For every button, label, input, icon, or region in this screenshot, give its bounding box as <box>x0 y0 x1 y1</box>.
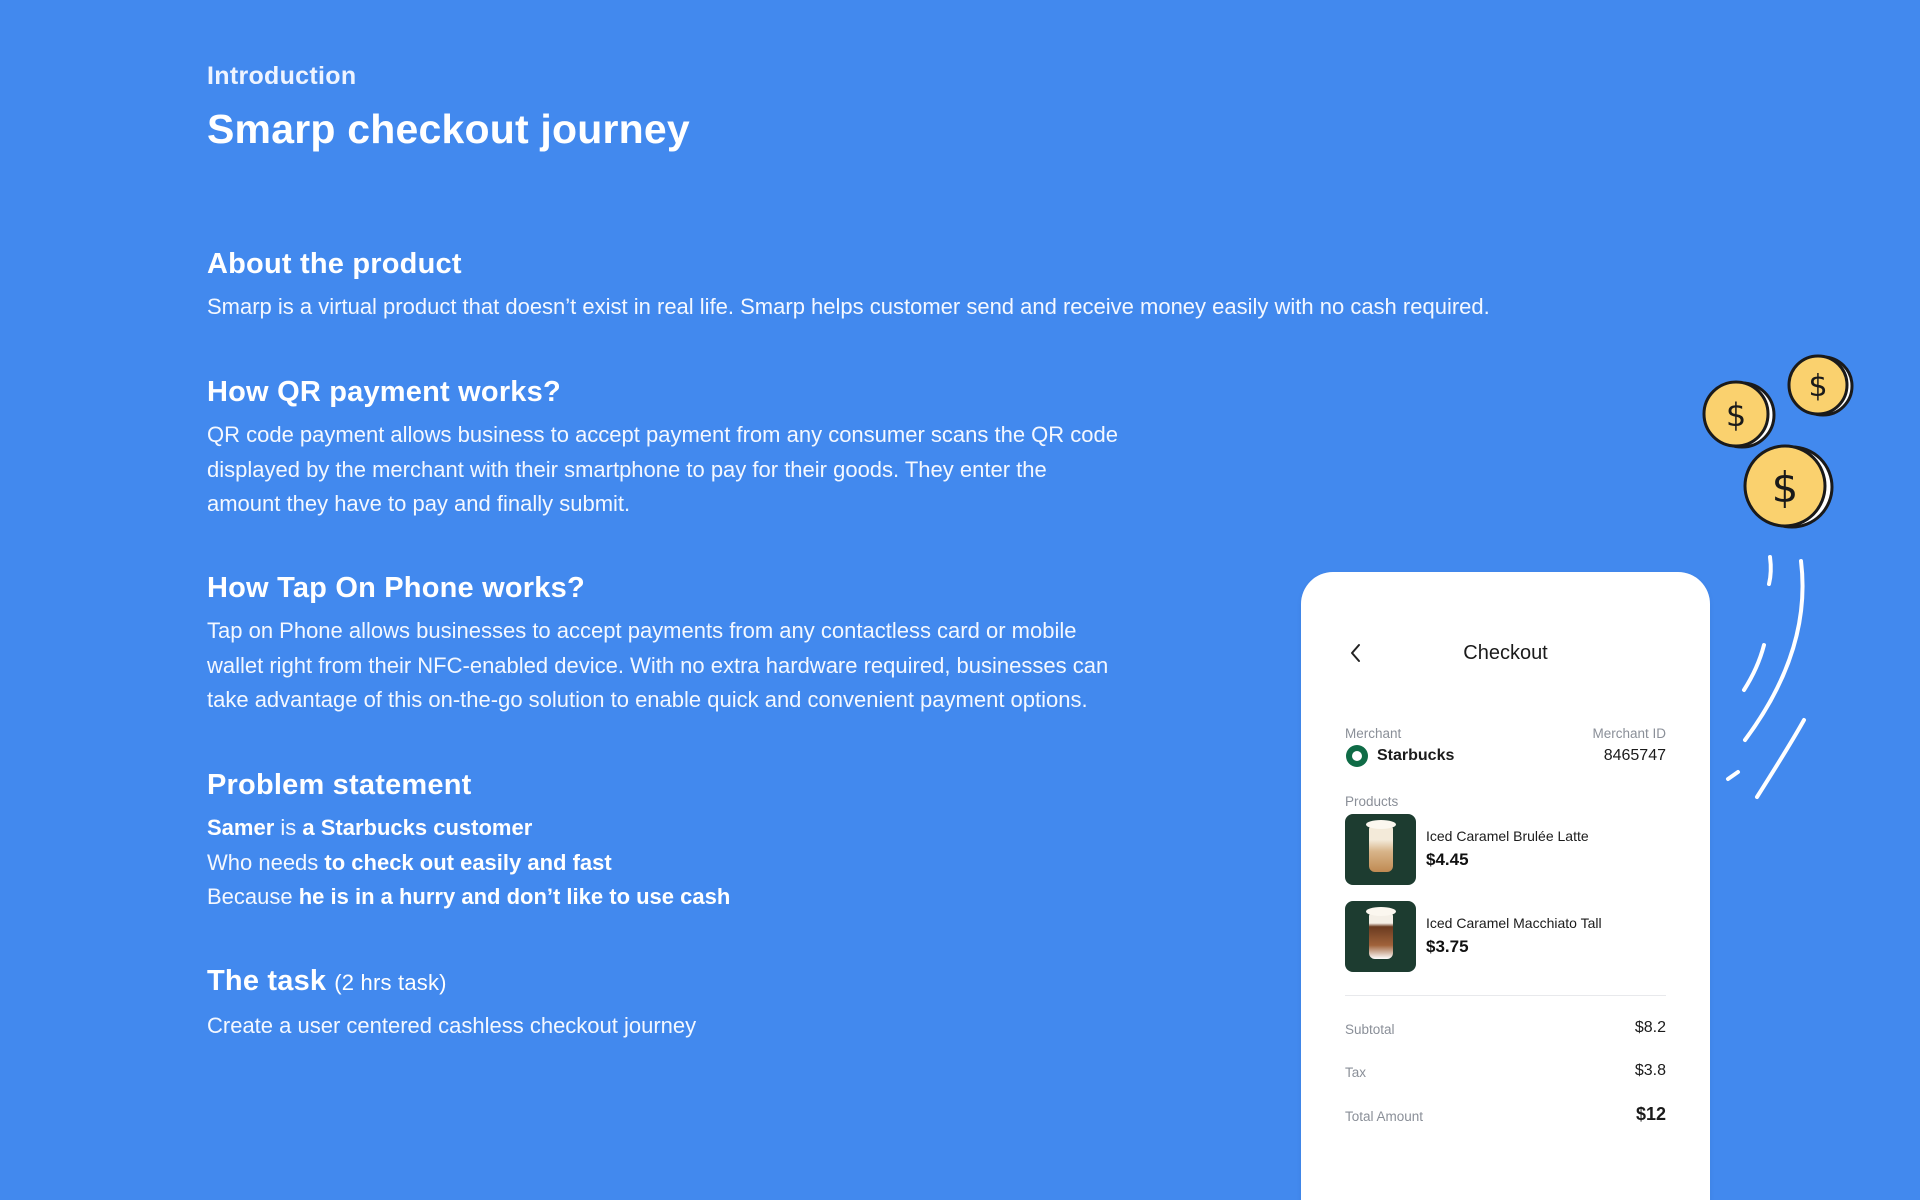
page-title: Smarp checkout journey <box>207 106 690 152</box>
about-heading: About the product <box>207 248 462 280</box>
task-heading-text: The task <box>207 965 327 997</box>
task-duration: (2 hrs task) <box>334 970 447 995</box>
checkout-title: Checkout <box>1463 642 1548 664</box>
subtotal-label: Subtotal <box>1345 1022 1395 1037</box>
persona-reason: he is in a hurry and don’t like to use c… <box>298 884 731 909</box>
coin-icon: $ <box>1743 444 1834 529</box>
total-label: Total Amount <box>1345 1109 1424 1124</box>
starbucks-logo-icon <box>1346 745 1368 767</box>
merchant-id-label: Merchant ID <box>1592 726 1666 741</box>
merchant-label: Merchant <box>1345 726 1402 741</box>
qr-line: amount they have to pay and finally subm… <box>207 491 631 516</box>
persona-need: to check out easily and fast <box>324 849 612 875</box>
about-section: About the product Smarp is a virtual pro… <box>207 246 1647 325</box>
qr-line: displayed by the merchant with their sma… <box>207 456 1047 482</box>
product-image <box>1345 814 1416 885</box>
product-price: $4.45 <box>1426 850 1469 869</box>
tap-body: Tap on Phone allows businesses to accept… <box>207 614 1207 718</box>
qr-heading: How QR payment works? <box>207 376 561 408</box>
checkout-phone-card: Checkout Merchant Merchant ID Starbucks … <box>1301 572 1710 1200</box>
tax-value: $3.8 <box>1634 1062 1666 1079</box>
coins-illustration: $ $ $ <box>1702 354 1854 799</box>
qr-body: QR code payment allows business to accep… <box>207 418 1207 522</box>
problem-text: Who needs <box>207 849 325 875</box>
divider <box>1345 995 1666 996</box>
about-body: Smarp is a virtual product that doesn’t … <box>207 294 1490 319</box>
svg-text:$: $ <box>1772 463 1799 512</box>
tap-line: take advantage of this on-the-go solutio… <box>207 687 1088 712</box>
coin-icon: $ <box>1787 354 1854 417</box>
merchant-name: Starbucks <box>1377 747 1455 764</box>
persona-role: a Starbucks customer <box>302 815 533 840</box>
section-overline: Introduction <box>207 62 357 90</box>
persona-name: Samer <box>207 815 275 840</box>
svg-text:$: $ <box>1726 396 1746 434</box>
subtotal-value: $8.2 <box>1634 1019 1666 1036</box>
qr-line: QR code payment allows business to accep… <box>207 422 1118 447</box>
product-name: Iced Caramel Brulée Latte <box>1426 828 1589 844</box>
page: Introduction Smarp checkout journey Abou… <box>0 0 1920 1200</box>
problem-text: is <box>274 815 303 840</box>
total-value: $12 <box>1635 1104 1666 1124</box>
merchant-id: 8465747 <box>1603 747 1666 764</box>
products-label: Products <box>1345 794 1399 809</box>
product-name: Iced Caramel Macchiato Tall <box>1426 915 1602 931</box>
qr-section: How QR payment works? QR code payment al… <box>207 374 1647 522</box>
tap-line: wallet right from their NFC-enabled devi… <box>207 652 1109 678</box>
problem-text: Because <box>207 884 299 909</box>
svg-text:$: $ <box>1808 369 1827 404</box>
product-image <box>1345 901 1416 972</box>
tap-line: Tap on Phone allows businesses to accept… <box>207 618 1077 643</box>
product-price: $3.75 <box>1426 937 1469 956</box>
coin-icon: $ <box>1702 380 1776 449</box>
tax-label: Tax <box>1345 1065 1367 1080</box>
